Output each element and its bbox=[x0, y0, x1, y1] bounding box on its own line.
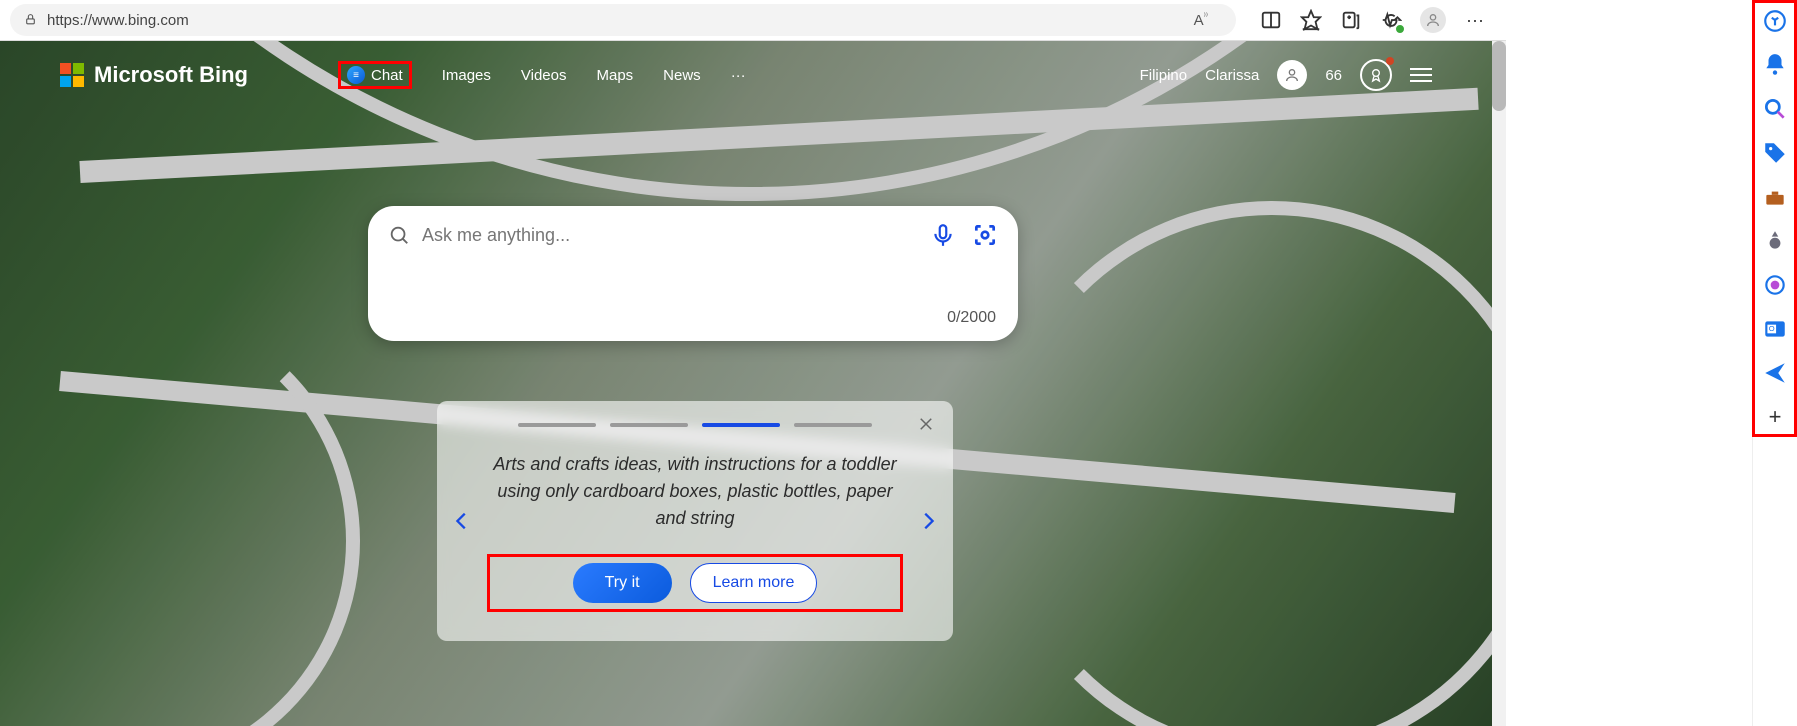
nav-maps[interactable]: Maps bbox=[596, 67, 633, 84]
tip-card: Arts and crafts ideas, with instructions… bbox=[437, 401, 953, 641]
games-icon[interactable] bbox=[1762, 228, 1788, 254]
nav-more-icon[interactable]: ··· bbox=[731, 67, 746, 84]
browser-toolbar-icons: ··· bbox=[1250, 7, 1496, 33]
char-count: 0/2000 bbox=[947, 309, 996, 327]
chevron-left-icon[interactable] bbox=[451, 510, 473, 532]
site-lock-icon bbox=[24, 13, 37, 28]
microsoft-logo-icon bbox=[60, 63, 84, 87]
user-name[interactable]: Clarissa bbox=[1205, 67, 1259, 84]
add-icon[interactable]: + bbox=[1762, 404, 1788, 430]
page-scrollbar[interactable] bbox=[1492, 41, 1506, 726]
header-right: Filipino Clarissa 66 bbox=[1140, 59, 1432, 91]
send-icon[interactable] bbox=[1762, 360, 1788, 386]
browser-profile-icon[interactable] bbox=[1420, 7, 1446, 33]
bing-header: Microsoft Bing ≡ Chat Images Videos Maps… bbox=[0, 51, 1492, 99]
tip-buttons: Try it Learn more bbox=[487, 554, 903, 612]
performance-icon[interactable] bbox=[1380, 9, 1402, 31]
favorites-icon[interactable] bbox=[1300, 9, 1322, 31]
bing-chat-icon[interactable] bbox=[1762, 8, 1788, 34]
search-sidebar-icon[interactable] bbox=[1762, 96, 1788, 122]
browser-more-icon[interactable]: ··· bbox=[1464, 9, 1486, 31]
office-icon[interactable] bbox=[1762, 272, 1788, 298]
rewards-medal-icon[interactable] bbox=[1360, 59, 1392, 91]
shopping-tag-icon[interactable] bbox=[1762, 140, 1788, 166]
url-field[interactable]: https://www.bing.com A⁾⁾ bbox=[10, 4, 1236, 36]
bing-homepage: Microsoft Bing ≡ Chat Images Videos Maps… bbox=[0, 41, 1506, 726]
learn-more-button[interactable]: Learn more bbox=[690, 563, 818, 603]
tip-dot[interactable] bbox=[610, 423, 688, 427]
browser-address-bar: https://www.bing.com A⁾⁾ ··· bbox=[0, 0, 1506, 41]
outlook-icon[interactable]: O bbox=[1762, 316, 1788, 342]
try-it-button[interactable]: Try it bbox=[573, 563, 672, 603]
bell-icon[interactable] bbox=[1762, 52, 1788, 78]
brand-title: Microsoft Bing bbox=[94, 62, 248, 88]
user-avatar-icon[interactable] bbox=[1277, 60, 1307, 90]
nav-chat[interactable]: ≡ Chat bbox=[338, 61, 412, 89]
rewards-points[interactable]: 66 bbox=[1325, 67, 1342, 84]
search-input[interactable] bbox=[422, 225, 918, 246]
nav-news[interactable]: News bbox=[663, 67, 701, 84]
chevron-right-icon[interactable] bbox=[917, 510, 939, 532]
chat-bubble-icon: ≡ bbox=[347, 66, 365, 84]
nav-images[interactable]: Images bbox=[442, 67, 491, 84]
collections-icon[interactable] bbox=[1340, 9, 1362, 31]
close-icon[interactable] bbox=[917, 415, 935, 433]
language-label[interactable]: Filipino bbox=[1140, 67, 1188, 84]
split-screen-icon[interactable] bbox=[1260, 9, 1282, 31]
tip-dot-active[interactable] bbox=[702, 423, 780, 427]
edge-sidebar: O + bbox=[1752, 0, 1797, 726]
tip-text: Arts and crafts ideas, with instructions… bbox=[487, 451, 903, 532]
tip-dot[interactable] bbox=[518, 423, 596, 427]
tip-dot[interactable] bbox=[794, 423, 872, 427]
tools-icon[interactable] bbox=[1762, 184, 1788, 210]
nav-videos[interactable]: Videos bbox=[521, 67, 567, 84]
microphone-icon[interactable] bbox=[930, 222, 956, 248]
hamburger-menu-icon[interactable] bbox=[1410, 68, 1432, 82]
search-icon bbox=[388, 224, 410, 246]
read-aloud-icon[interactable]: A⁾⁾ bbox=[1194, 11, 1208, 29]
primary-nav: ≡ Chat Images Videos Maps News ··· bbox=[338, 61, 746, 89]
image-search-icon[interactable] bbox=[972, 222, 998, 248]
search-box: 0/2000 bbox=[368, 206, 1018, 341]
tip-pagination bbox=[487, 423, 903, 427]
url-text: https://www.bing.com bbox=[47, 12, 189, 29]
nav-chat-label: Chat bbox=[371, 67, 403, 84]
svg-text:O: O bbox=[1769, 324, 1775, 333]
